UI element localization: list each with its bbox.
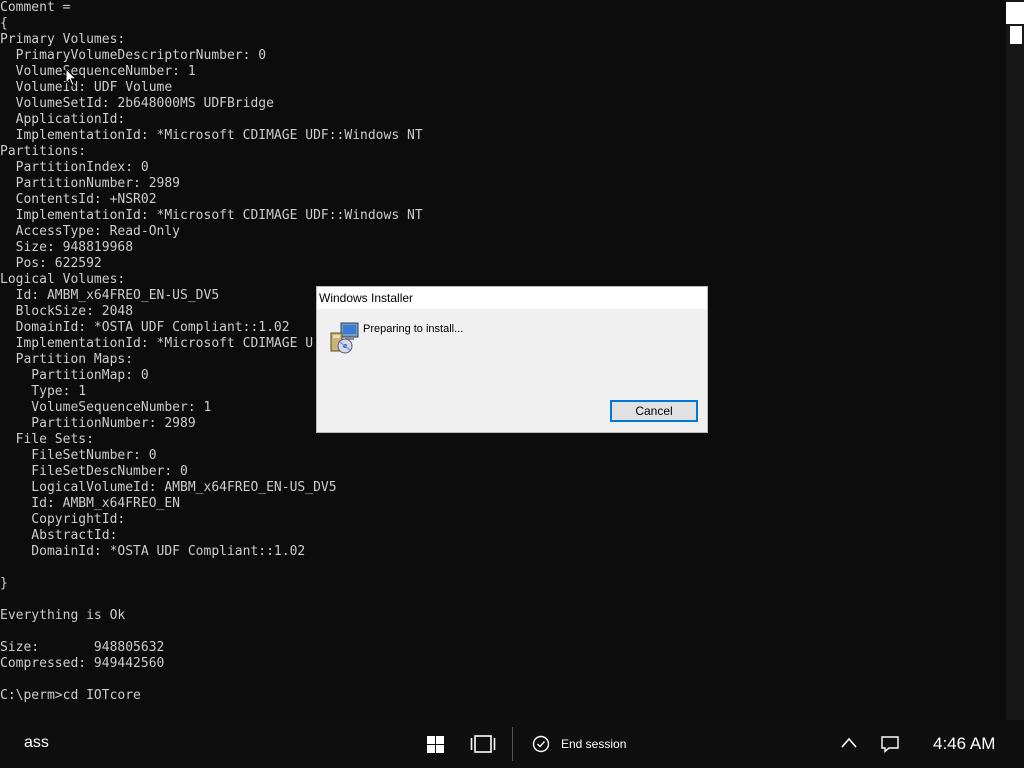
- end-session-label: End session: [561, 737, 627, 751]
- console-line: FileSetNumber: 0: [0, 448, 157, 463]
- dialog-titlebar[interactable]: Windows Installer: [317, 287, 707, 309]
- console-line: File Sets:: [0, 432, 94, 447]
- notification-icon[interactable]: [880, 735, 900, 753]
- scrollbar-thumb[interactable]: [1010, 26, 1022, 44]
- console-line: VolumeSetId: 2b648000MS UDFBridge: [0, 96, 274, 111]
- console-line: Id: AMBM_x64FREO_EN: [0, 496, 181, 511]
- task-view-icon[interactable]: [470, 734, 496, 754]
- mouse-cursor-icon: [65, 68, 77, 87]
- console-line: }: [0, 576, 8, 591]
- console-line: Partitions:: [0, 144, 87, 159]
- console-line: AccessType: Read-Only: [0, 224, 181, 239]
- console-line: AbstractId:: [0, 528, 118, 543]
- console-line: C:\perm>cd IOTcore: [0, 688, 141, 703]
- end-session-button[interactable]: End session: [530, 728, 640, 760]
- taskbar-divider: [512, 727, 513, 761]
- console-line: CopyrightId:: [0, 512, 126, 527]
- console-line: PartitionIndex: 0: [0, 160, 149, 175]
- dialog-message: Preparing to install...: [363, 323, 464, 335]
- console-line: Comment =: [0, 0, 71, 15]
- console-line: Size: 948819968: [0, 240, 134, 255]
- console-line: Pos: 622592: [0, 256, 102, 271]
- dialog-title: Windows Installer: [319, 291, 414, 305]
- taskbar-clock[interactable]: 4:46 AM: [933, 734, 995, 754]
- windows-installer-dialog: Windows Installer Preparing to install..…: [316, 286, 708, 433]
- console-line: FileSetDescNumber: 0: [0, 464, 188, 479]
- console-line: Everything is Ok: [0, 608, 126, 623]
- power-icon: [532, 735, 550, 753]
- console-scrollbar[interactable]: [1006, 0, 1024, 720]
- console-line: PartitionNumber: 2989: [0, 176, 181, 191]
- console-line: VolumeSequenceNumber: 1: [0, 64, 196, 79]
- taskbar-search-text[interactable]: ass: [24, 734, 49, 752]
- console-line: ImplementationId: *Microsoft CDIMAGE UDF…: [0, 208, 423, 223]
- cancel-button[interactable]: Cancel: [610, 400, 698, 422]
- console-line: Compressed: 949442560: [0, 656, 165, 671]
- chevron-up-icon[interactable]: [840, 736, 858, 750]
- console-line: PrimaryVolumeDescriptorNumber: 0: [0, 48, 267, 63]
- console-line: ImplementationId: *Microsoft CDIMAGE UDF…: [0, 128, 423, 143]
- console-line: Size: 948805632: [0, 640, 165, 655]
- console-line: Primary Volumes:: [0, 32, 126, 47]
- windows-start-icon[interactable]: [427, 736, 444, 753]
- console-line: DomainId: *OSTA UDF Compliant::1.02: [0, 544, 306, 559]
- installer-icon: [330, 322, 359, 354]
- console-line: LogicalVolumeId: AMBM_x64FREO_EN-US_DV5: [0, 480, 337, 495]
- console-line: VolumeId: UDF Volume: [0, 80, 173, 95]
- scroll-up-arrow[interactable]: [1006, 2, 1024, 24]
- desktop-screen: Comment ={Primary Volumes: PrimaryVolume…: [0, 0, 1024, 768]
- console-line: ApplicationId:: [0, 112, 126, 127]
- console-line: ContentsId: +NSR02: [0, 192, 157, 207]
- console-line: {: [0, 16, 8, 31]
